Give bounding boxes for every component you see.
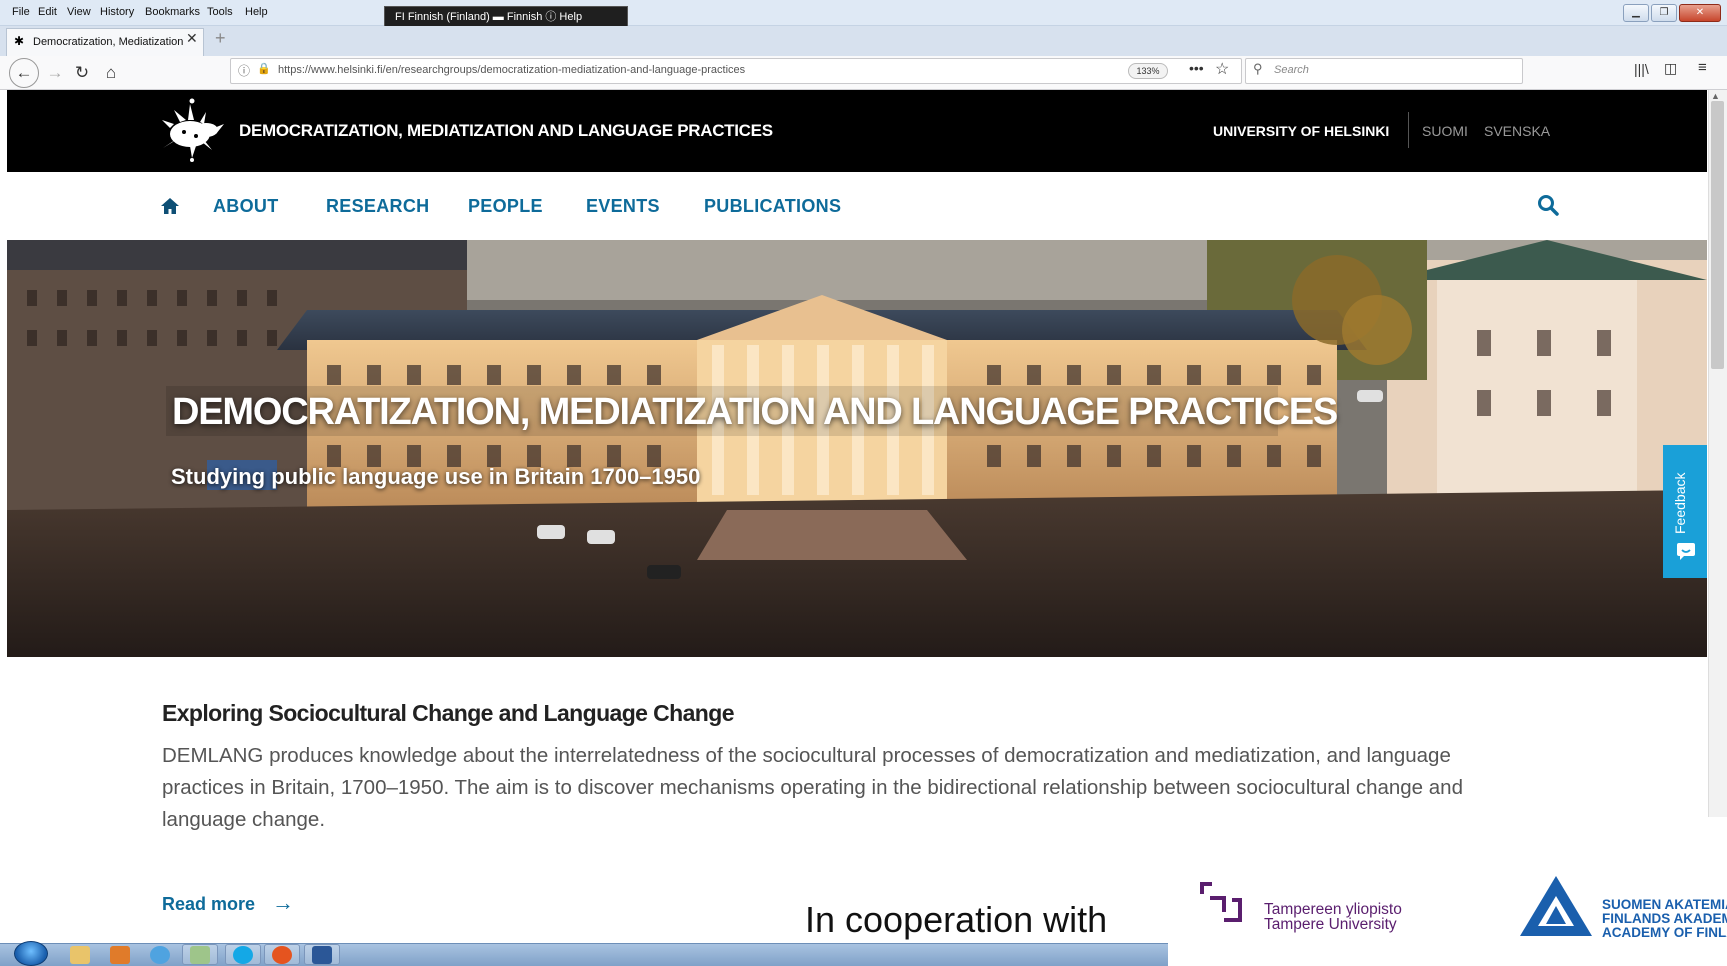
scroll-up-icon[interactable]: ▲ [1711,91,1720,101]
academy-of-finland-logo-icon [1520,876,1592,936]
cooperation-label: In cooperation with [805,899,1108,940]
feedback-label[interactable]: Feedback [1672,473,1688,534]
word-taskbar-icon[interactable] [312,946,332,964]
nav-research[interactable]: RESEARCH [326,196,429,217]
lock-icon[interactable]: 🔒 [257,62,271,75]
section-heading: Exploring Sociocultural Change and Langu… [162,700,735,726]
forward-icon[interactable]: → [40,58,70,88]
browser-tab[interactable]: Democratization, Mediatization [6,28,204,56]
maximize-button[interactable]: ❐ [1651,4,1677,22]
hero-title: DEMOCRATIZATION, MEDIATIZATION AND LANGU… [172,391,1338,433]
network-taskbar-icon[interactable] [190,946,210,964]
zoom-indicator[interactable]: 133% [1128,63,1168,79]
menu-help[interactable]: Help [245,6,268,18]
site-search-icon[interactable] [1537,194,1559,216]
academy-name-sv: FINLANDS AKADEMI [1602,911,1727,926]
university-link[interactable]: UNIVERSITY OF HELSINKI [1213,123,1389,139]
media-player-taskbar-icon[interactable] [110,946,130,964]
nav-people[interactable]: PEOPLE [468,196,543,217]
tab-strip [0,26,1727,56]
hero-photo [7,240,1707,657]
menu-bar: File Edit View History Bookmarks Tools H… [0,0,1727,26]
nav-publications[interactable]: PUBLICATIONS [704,196,841,217]
menu-bookmarks[interactable]: Bookmarks [145,6,200,18]
window-controls: ▁ ❐ ✕ [1623,4,1721,22]
menu-file[interactable]: File [12,6,30,18]
language-suomi-link[interactable]: SUOMI [1422,123,1468,139]
menu-view[interactable]: View [67,6,91,18]
bookmark-star-icon[interactable]: ☆ [1215,59,1229,79]
reload-icon[interactable]: ↻ [67,58,97,88]
hero-subtitle: Studying public language use in Britain … [171,464,701,489]
menu-edit[interactable]: Edit [38,6,57,18]
hero-banner [7,240,1707,657]
firefox-taskbar-icon[interactable] [272,946,292,964]
ie-taskbar-icon[interactable] [150,946,170,964]
library-icon[interactable]: |||\ [1634,61,1649,77]
close-window-button[interactable]: ✕ [1679,4,1721,22]
tampere-university-logo-icon [1200,882,1242,922]
hamburger-menu-icon[interactable]: ≡ [1698,59,1707,76]
sidebar-icon[interactable]: ◫ [1664,60,1677,77]
start-button[interactable] [14,941,48,966]
arrow-right-icon[interactable]: → [272,890,294,916]
language-bar[interactable]: FI Finnish (Finland) ▬ Finnish ⓘ Help [384,6,628,28]
header-divider [1408,112,1409,148]
site-title[interactable]: DEMOCRATIZATION, MEDIATIZATION AND LANGU… [239,121,773,141]
academy-name-en: ACADEMY OF FINLAND [1602,925,1727,940]
menu-tools[interactable]: Tools [207,6,233,18]
explorer-taskbar-icon[interactable] [70,946,90,964]
url-text[interactable]: https://www.helsinki.fi/en/researchgroup… [278,64,745,76]
minimize-button[interactable]: ▁ [1623,4,1649,22]
feedback-smile-icon[interactable] [1676,542,1696,560]
university-flame-logo-icon[interactable] [160,98,226,162]
info-icon[interactable]: ⓘ [238,62,250,79]
home-browser-icon[interactable]: ⌂ [96,58,126,88]
academy-name-fi: SUOMEN AKATEMIA [1602,897,1727,912]
back-icon[interactable]: ← [9,58,39,88]
nav-events[interactable]: EVENTS [586,196,660,217]
close-tab-icon[interactable]: ✕ [186,30,198,47]
scrollbar-thumb[interactable] [1711,101,1724,369]
language-svenska-link[interactable]: SVENSKA [1484,123,1550,139]
windows-taskbar [0,943,1168,966]
section-body: DEMLANG produces knowledge about the int… [162,744,1463,831]
menu-history[interactable]: History [100,6,134,18]
page-actions-icon[interactable]: ••• [1189,60,1204,76]
search-bar-icon: ⚲ [1253,61,1263,76]
read-more-link[interactable]: Read more [162,894,255,915]
new-tab-icon[interactable]: + [215,28,226,49]
tampere-name-en: Tampere University [1264,916,1397,933]
skype-taskbar-icon[interactable] [233,946,253,964]
search-placeholder: Search [1274,64,1309,76]
favicon-icon: ✱ [14,34,25,48]
nav-about[interactable]: ABOUT [213,196,279,217]
home-icon[interactable] [160,196,180,216]
